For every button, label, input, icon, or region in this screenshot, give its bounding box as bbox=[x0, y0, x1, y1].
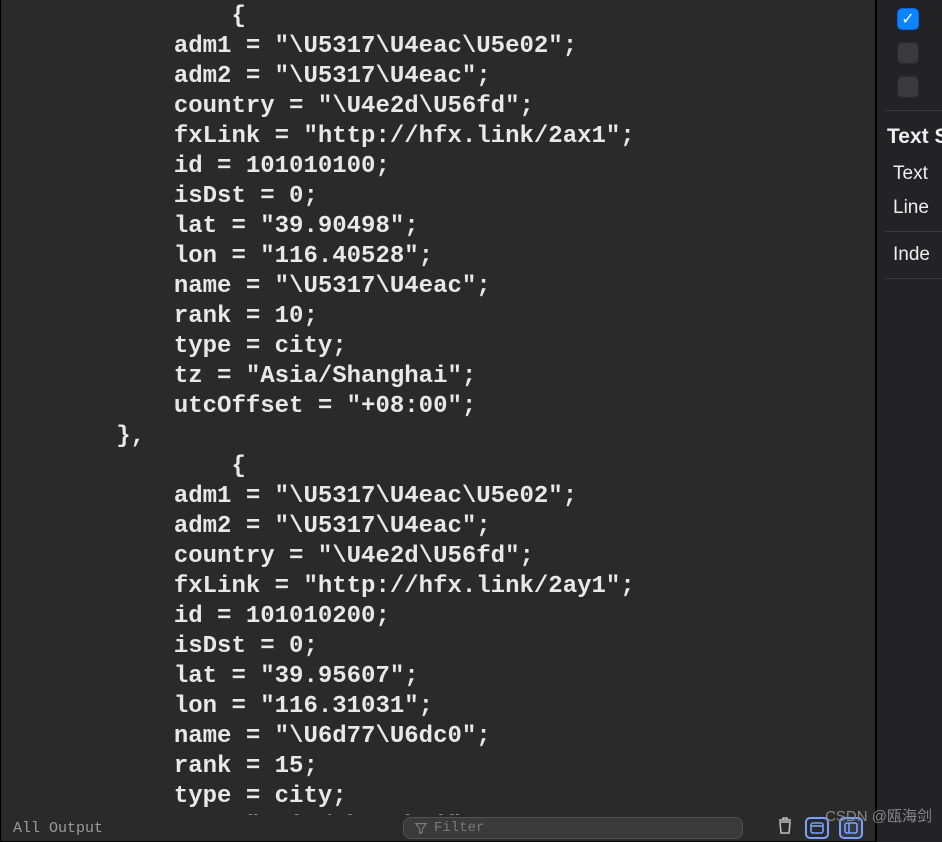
trash-icon[interactable] bbox=[775, 816, 795, 841]
section-title: Text Settings bbox=[887, 125, 942, 149]
watermark-text: CSDN @瓯海剑 bbox=[825, 805, 932, 826]
checkbox-checked[interactable]: ✓ bbox=[897, 8, 919, 30]
divider bbox=[885, 110, 942, 111]
checkbox-row: ✓ bbox=[885, 8, 942, 30]
checkbox-row bbox=[885, 76, 942, 98]
checkbox-unchecked[interactable] bbox=[897, 42, 919, 64]
inspector-label: Line bbox=[893, 197, 942, 219]
inspector-label: Inde bbox=[893, 244, 942, 266]
editor-panel: { adm1 = "\U5317\U4eac\U5e02"; adm2 = "\… bbox=[0, 0, 876, 842]
filter-input[interactable]: Filter bbox=[403, 817, 743, 839]
output-selector-label[interactable]: All Output bbox=[13, 820, 103, 837]
console-output[interactable]: { adm1 = "\U5317\U4eac\U5e02"; adm2 = "\… bbox=[1, 0, 875, 815]
checkbox-unchecked[interactable] bbox=[897, 76, 919, 98]
checkbox-group: ✓ bbox=[885, 8, 942, 98]
filter-icon bbox=[414, 821, 428, 835]
checkbox-row bbox=[885, 42, 942, 64]
filter-placeholder: Filter bbox=[434, 820, 484, 836]
divider bbox=[885, 278, 942, 279]
console-toolbar: All Output Filter bbox=[1, 815, 875, 841]
inspector-label: Text bbox=[893, 163, 942, 185]
divider bbox=[885, 231, 942, 232]
inspector-panel: ✓ Text Settings Text Line Inde bbox=[876, 0, 942, 842]
